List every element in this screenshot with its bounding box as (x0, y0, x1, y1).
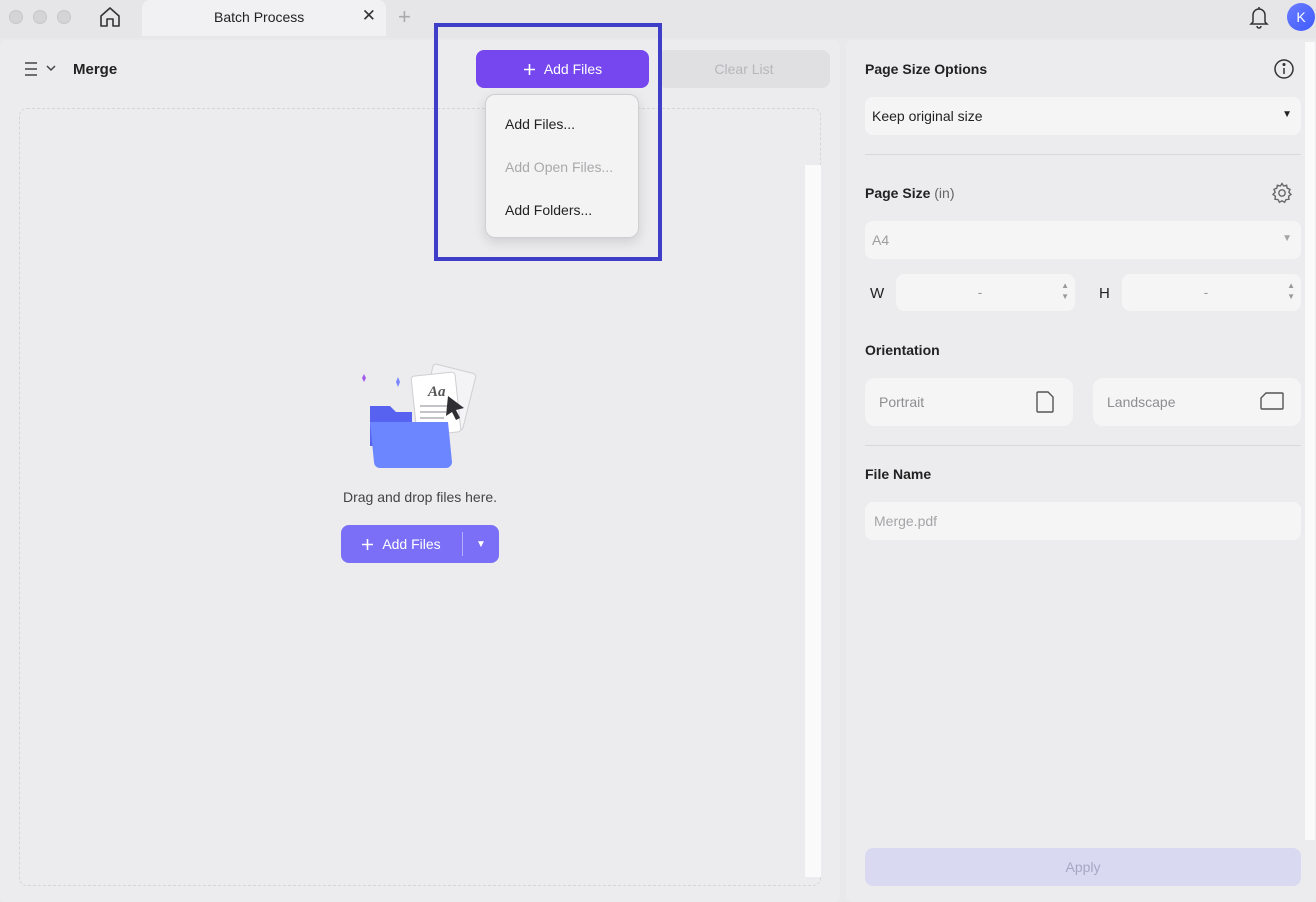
width-input[interactable]: - ▲▼ (896, 274, 1075, 311)
folder-files-illustration: Aa (356, 360, 486, 475)
width-stepper[interactable]: ▲▼ (1061, 280, 1069, 302)
height-label: H (1099, 285, 1110, 302)
width-label: W (870, 285, 884, 302)
add-files-label: Add Files (382, 536, 440, 552)
tab-close-button[interactable]: ✕ (362, 6, 376, 26)
add-files-split-button: Add Files ▼ (341, 525, 499, 563)
add-files-dropdown-menu: Add Files... Add Open Files... Add Folde… (485, 94, 639, 238)
divider (865, 154, 1301, 155)
minimize-window-button[interactable] (33, 10, 47, 24)
menu-item-add-open-files: Add Open Files... (505, 159, 613, 175)
height-value: - (1122, 284, 1290, 300)
page-size-title-text: Page Size (865, 185, 930, 201)
page-size-unit: (in) (934, 185, 954, 201)
add-files-top-label: Add Files (544, 61, 602, 77)
caret-down-icon: ▼ (1282, 233, 1292, 244)
home-button[interactable] (96, 4, 124, 30)
menu-item-add-files[interactable]: Add Files... (505, 116, 575, 132)
merge-panel: Merge Clear List Aa Drag and drop files … (0, 40, 840, 902)
drag-drop-hint: Drag and drop files here. (320, 489, 520, 505)
close-window-button[interactable] (9, 10, 23, 24)
info-icon[interactable] (1273, 58, 1295, 80)
avatar[interactable]: K (1287, 3, 1315, 31)
orientation-title: Orientation (865, 342, 940, 358)
new-tab-button[interactable]: + (398, 4, 411, 30)
zoom-window-button[interactable] (57, 10, 71, 24)
page-size-options-select[interactable]: Keep original size ▼ (865, 97, 1301, 135)
gear-icon[interactable] (1270, 181, 1294, 205)
file-name-input[interactable]: Merge.pdf (865, 502, 1301, 540)
portrait-page-icon (1034, 390, 1056, 414)
settings-scrollbar[interactable] (1305, 42, 1315, 840)
page-size-options-title: Page Size Options (865, 61, 987, 77)
width-value: - (896, 284, 1064, 300)
chevron-down-icon[interactable] (45, 62, 57, 74)
divider (865, 445, 1301, 446)
caret-down-icon: ▼ (1282, 109, 1292, 120)
page-size-title: Page Size (in) (865, 185, 955, 201)
page-size-value: A4 (872, 232, 889, 248)
apply-button[interactable]: Apply (865, 848, 1301, 886)
add-files-button[interactable]: Add Files (341, 525, 461, 563)
bell-icon (1247, 4, 1271, 30)
add-files-dropdown-toggle[interactable]: ▼ (463, 525, 499, 563)
settings-panel: Page Size Options Keep original size ▼ P… (846, 40, 1316, 902)
svg-text:Aa: Aa (427, 384, 446, 400)
caret-down-icon: ▼ (476, 539, 486, 550)
tab-title: Batch Process (214, 9, 304, 25)
home-icon (98, 5, 122, 29)
landscape-label: Landscape (1107, 394, 1176, 410)
landscape-page-icon (1259, 390, 1285, 412)
page-size-select[interactable]: A4 ▼ (865, 221, 1301, 259)
portrait-option[interactable]: Portrait (865, 378, 1073, 426)
list-menu-icon[interactable] (22, 59, 42, 79)
clear-list-button[interactable]: Clear List (658, 50, 830, 88)
plus-icon (523, 63, 536, 76)
portrait-label: Portrait (879, 394, 924, 410)
notifications-button[interactable] (1247, 4, 1271, 30)
plus-icon (361, 538, 374, 551)
landscape-option[interactable]: Landscape (1093, 378, 1301, 426)
height-input[interactable]: - ▲▼ (1122, 274, 1301, 311)
file-name-title: File Name (865, 466, 931, 482)
add-files-top-button[interactable]: Add Files (476, 50, 649, 88)
height-stepper[interactable]: ▲▼ (1287, 280, 1295, 302)
file-list-scrollbar[interactable] (805, 165, 821, 877)
menu-item-add-folders[interactable]: Add Folders... (505, 202, 592, 218)
page-size-options-value: Keep original size (872, 108, 983, 124)
tab-batch-process[interactable]: Batch Process ✕ (142, 0, 386, 36)
page-title: Merge (73, 61, 117, 78)
